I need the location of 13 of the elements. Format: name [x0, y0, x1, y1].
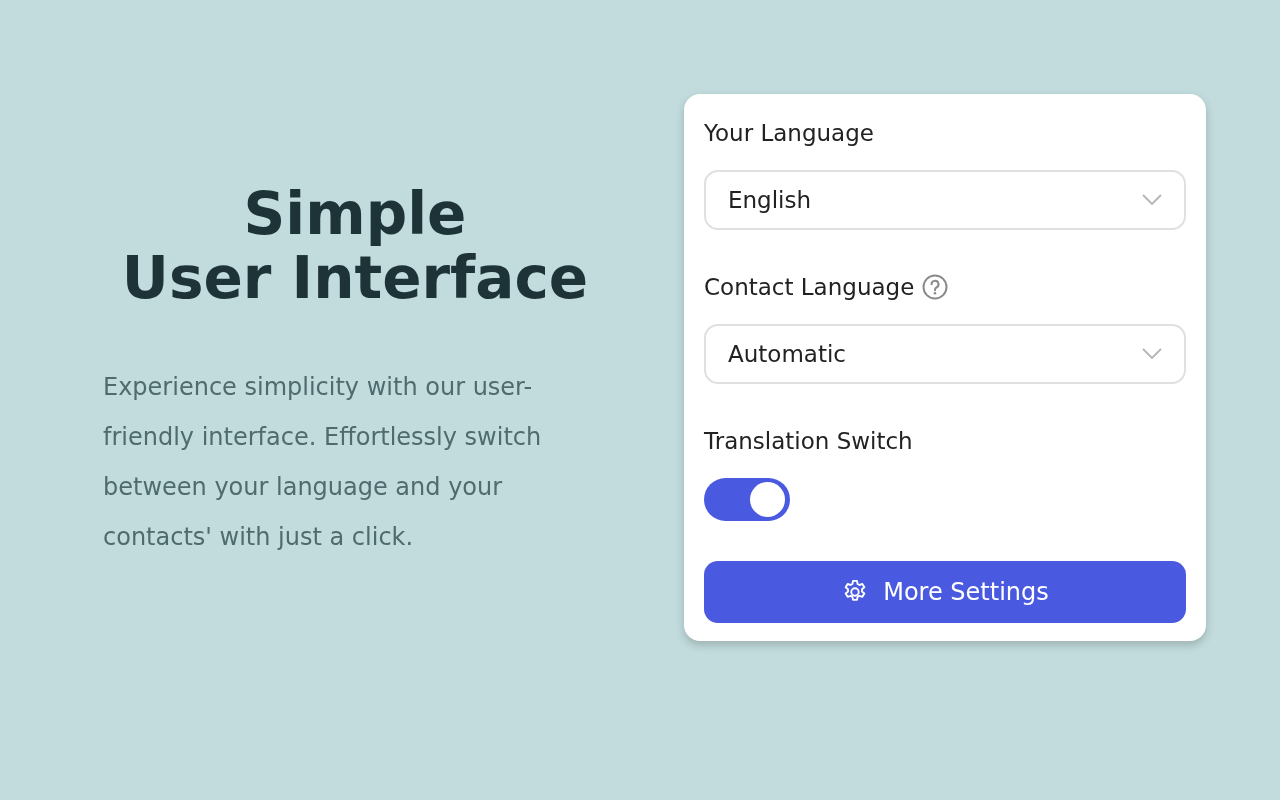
chevron-down-icon — [1142, 194, 1162, 206]
field-label: Your Language — [704, 120, 874, 146]
language-select[interactable]: English — [704, 170, 1186, 230]
hero-description: Experience simplicity with our user-friendly interface. Effortlessly switch between your language and your contacts' with just a click. — [103, 372, 543, 553]
chevron-down-icon — [1142, 348, 1162, 360]
translation-toggle[interactable] — [704, 478, 790, 521]
hero-title-line: User Interface — [121, 246, 589, 310]
more-settings-button[interactable]: More Settings — [704, 561, 1186, 623]
help-icon[interactable] — [922, 274, 949, 300]
field-label: Contact Language — [704, 274, 915, 300]
language-select[interactable]: Automatic — [704, 324, 1186, 384]
hero-title-line: Simple — [243, 182, 467, 246]
field-label: Translation Switch — [704, 428, 913, 454]
